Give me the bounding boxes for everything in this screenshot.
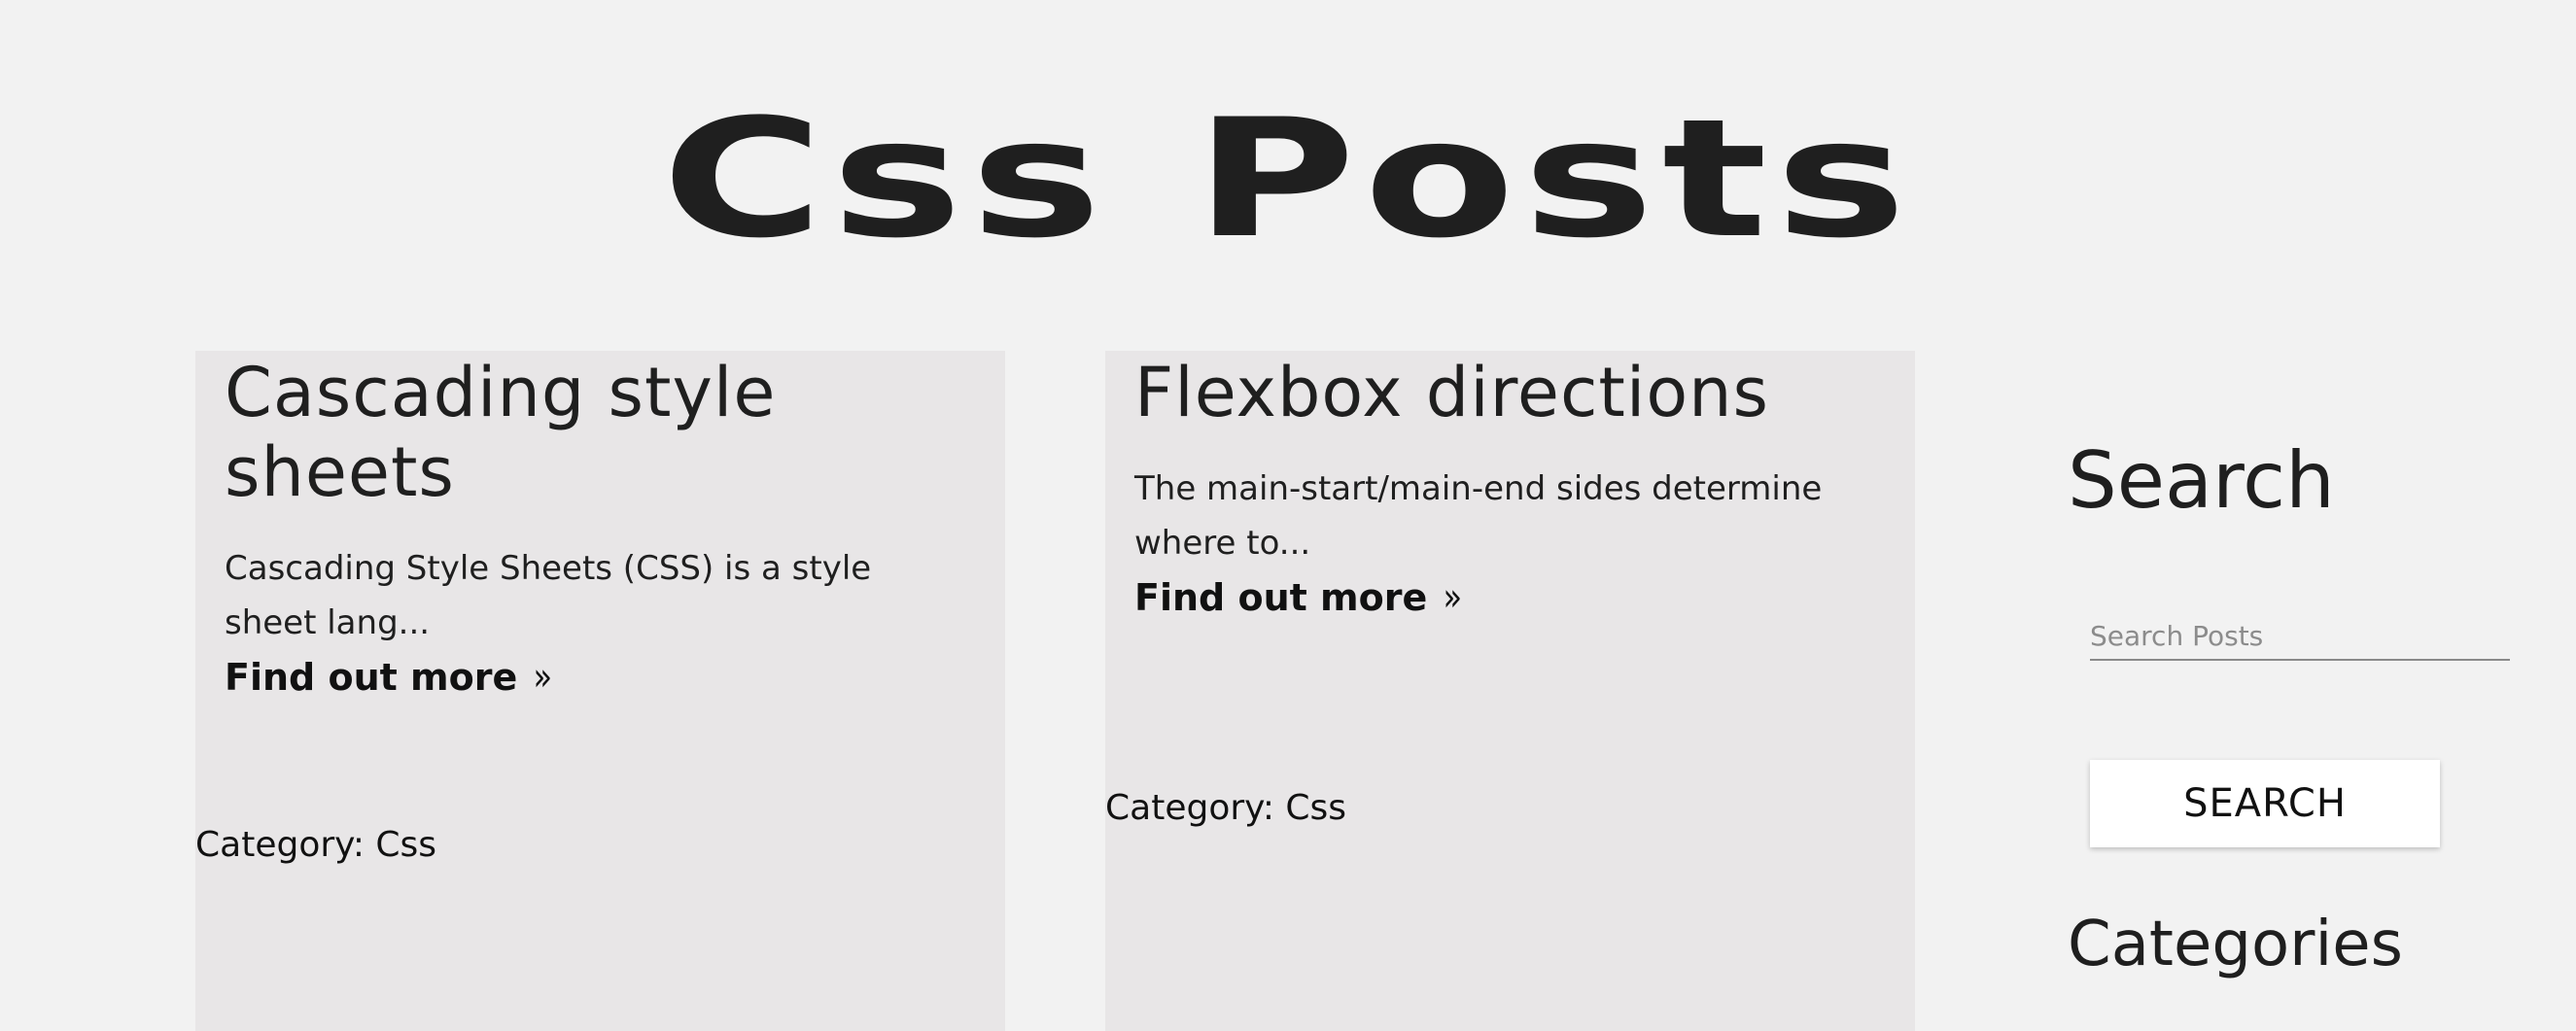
post-title[interactable]: Cascading style sheets <box>225 353 983 512</box>
search-button[interactable]: SEARCH <box>2090 760 2440 847</box>
post-excerpt: The main-start/main-end sides determine … <box>1134 469 1823 563</box>
post-card: Flexbox directions The main-start/main-e… <box>1105 351 1915 1031</box>
find-out-more-link[interactable]: Find out more » <box>225 658 555 697</box>
post-card: Cascading style sheets Cascading Style S… <box>195 351 1005 1031</box>
search-heading: Search <box>2068 435 2335 526</box>
double-chevron-right-icon: » <box>533 655 553 700</box>
find-out-more-label: Find out more <box>1134 576 1428 619</box>
find-out-more-link[interactable]: Find out more » <box>1134 578 1465 617</box>
post-title[interactable]: Flexbox directions <box>1134 353 1893 432</box>
find-out-more-label: Find out more <box>225 656 518 699</box>
double-chevron-right-icon: » <box>1443 575 1463 620</box>
post-excerpt: Cascading Style Sheets (CSS) is a style … <box>225 549 872 642</box>
post-category: Category: Css <box>195 825 437 865</box>
search-input[interactable] <box>2090 612 2510 661</box>
post-category: Category: Css <box>1105 788 1347 828</box>
categories-heading: Categories <box>2068 909 2403 980</box>
page-title: Css Posts <box>661 84 1915 274</box>
